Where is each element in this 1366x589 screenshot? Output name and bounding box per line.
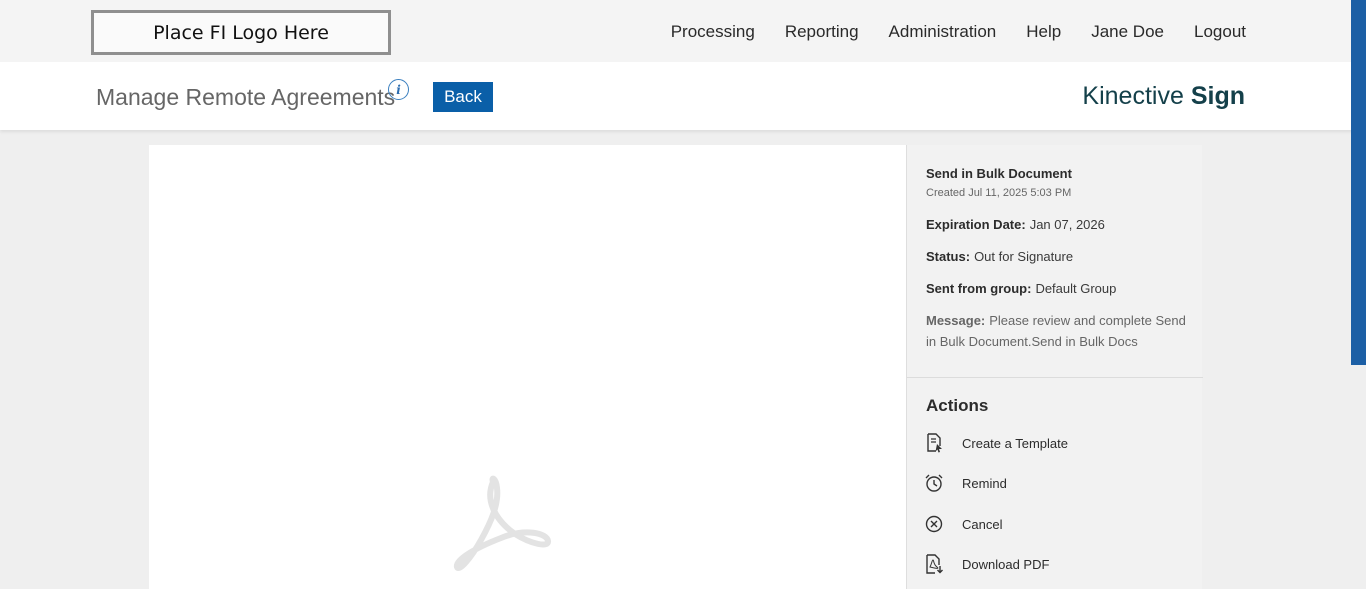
nav-reporting[interactable]: Reporting bbox=[785, 22, 859, 42]
agreement-details-panel: Send in Bulk Document Created Jul 11, 20… bbox=[906, 145, 1203, 589]
nav-user-name[interactable]: Jane Doe bbox=[1091, 22, 1164, 42]
brand-bold-text: Sign bbox=[1190, 82, 1245, 110]
status-label: Status: bbox=[926, 249, 971, 264]
cancel-action[interactable]: Cancel bbox=[924, 514, 1002, 534]
fi-logo-placeholder: Place FI Logo Here bbox=[91, 10, 391, 55]
expiration-row: Expiration Date: Jan 07, 2026 bbox=[926, 214, 1186, 235]
status-value: Out for Signature bbox=[974, 249, 1074, 264]
page-header: Manage Remote Agreements i Back Kinectiv… bbox=[0, 62, 1366, 130]
download-pdf-action[interactable]: Download PDF bbox=[924, 554, 1049, 574]
panel-divider bbox=[907, 377, 1203, 378]
expiration-label: Expiration Date: bbox=[926, 217, 1026, 232]
cancel-label: Cancel bbox=[962, 516, 1003, 532]
message-label: Message: bbox=[926, 313, 986, 328]
expiration-value: Jan 07, 2026 bbox=[1029, 217, 1105, 232]
scrollbar[interactable] bbox=[1351, 0, 1366, 365]
remind-action[interactable]: Remind bbox=[924, 473, 1007, 493]
info-icon[interactable]: i bbox=[388, 79, 409, 100]
main-nav: Processing Reporting Administration Help… bbox=[671, 22, 1246, 42]
nav-administration[interactable]: Administration bbox=[889, 22, 997, 42]
group-row: Sent from group: Default Group bbox=[926, 278, 1186, 299]
page-title: Manage Remote Agreements bbox=[96, 84, 396, 110]
brand-light-text: Kinective bbox=[1082, 82, 1184, 110]
actions-heading: Actions bbox=[926, 396, 989, 415]
download-pdf-icon bbox=[924, 554, 944, 574]
status-row: Status: Out for Signature bbox=[926, 246, 1186, 267]
acrobat-pdf-icon bbox=[454, 475, 551, 572]
back-button[interactable]: Back bbox=[433, 82, 493, 112]
download-pdf-label: Download PDF bbox=[962, 556, 1050, 572]
group-label: Sent from group: bbox=[926, 281, 1032, 296]
group-value: Default Group bbox=[1035, 281, 1117, 296]
cancel-circle-icon bbox=[924, 514, 944, 534]
top-bar: Place FI Logo Here Processing Reporting … bbox=[0, 0, 1366, 62]
brand-logo: Kinective Sign bbox=[1082, 82, 1245, 111]
nav-logout[interactable]: Logout bbox=[1194, 22, 1246, 42]
create-template-label: Create a Template bbox=[962, 435, 1068, 451]
remind-label: Remind bbox=[962, 475, 1007, 491]
create-template-action[interactable]: Create a Template bbox=[924, 433, 1068, 453]
nav-processing[interactable]: Processing bbox=[671, 22, 755, 42]
message-row: Message: Please review and complete Send … bbox=[926, 310, 1186, 352]
template-icon bbox=[924, 433, 944, 453]
nav-help[interactable]: Help bbox=[1026, 22, 1061, 42]
alarm-clock-icon bbox=[924, 473, 944, 493]
created-timestamp: Created Jul 11, 2025 5:03 PM bbox=[926, 187, 1072, 199]
document-title: Send in Bulk Document bbox=[926, 166, 1072, 181]
